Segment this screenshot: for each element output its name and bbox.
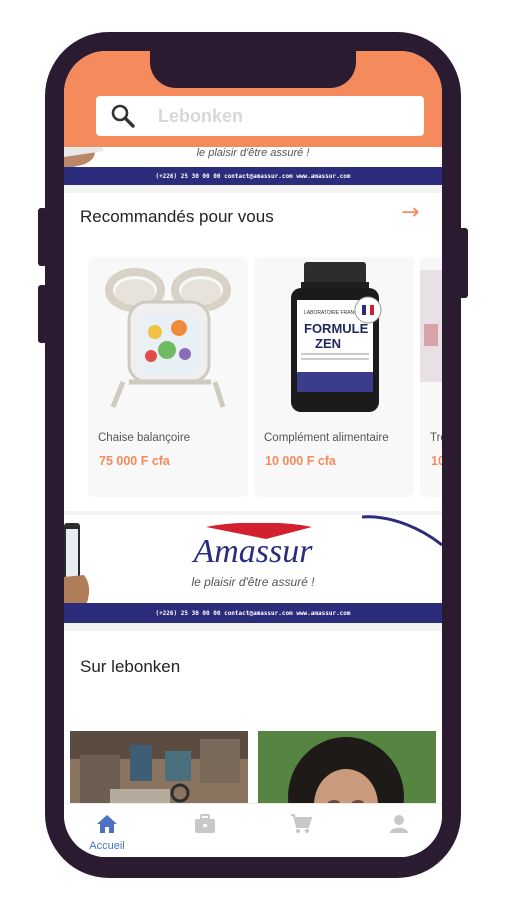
tab-accueil[interactable]: Accueil [77, 814, 137, 852]
bottom-nav: Accueil [64, 803, 442, 857]
product-name: Tro [430, 432, 442, 444]
amassur-brand: Amassur [193, 533, 313, 570]
product-name: Chaise balançoire [98, 432, 191, 444]
product-card[interactable]: Tro 10 [420, 257, 442, 497]
tab-annonces[interactable] [175, 814, 235, 838]
amassur-banner[interactable]: Amassur le plaisir d'être assuré ! (+226… [64, 515, 442, 623]
product-name: Complément alimentaire [264, 432, 389, 444]
product-image [88, 257, 248, 417]
baby-swing-image [105, 268, 231, 408]
product-price: 75 000 F cfa [99, 454, 170, 468]
section-title-sur-lebonken: Sur lebonken [80, 657, 181, 676]
arrow-right-icon[interactable]: → [401, 200, 419, 225]
banner-tagline: le plaisir d'être assuré ! [191, 575, 315, 589]
phone-side-button [459, 228, 468, 298]
product-image: LABORATOIRE FRANÇAIS FORMULE ZEN [254, 257, 414, 417]
amassur-banner-top[interactable]: le plaisir d'être assuré ! (+226) 25 30 … [64, 147, 442, 185]
banner-tagline: le plaisir d'être assuré ! [196, 147, 310, 159]
search-bar[interactable] [96, 96, 424, 136]
product-price: 10 000 F cfa [265, 454, 336, 468]
tab-panier[interactable] [271, 814, 331, 838]
user-icon [390, 815, 408, 833]
home-icon [97, 815, 117, 833]
search-input[interactable] [158, 105, 398, 127]
product-price: 10 [431, 454, 442, 468]
briefcase-icon [195, 814, 215, 833]
phone-side-button [38, 208, 47, 266]
phone-side-button [38, 285, 47, 343]
phone-notch [150, 32, 356, 88]
product-image [420, 257, 442, 417]
banner-contact-strip: (+226) 25 30 00 00 contact@amassur.com w… [64, 603, 442, 623]
supplement-bottle-image: LABORATOIRE FRANÇAIS FORMULE ZEN [291, 261, 382, 412]
section-title-recommended: Recommandés pour vous [80, 207, 274, 226]
product-image-partial [420, 270, 442, 382]
product-card[interactable]: LABORATOIRE FRANÇAIS FORMULE ZEN Complém… [254, 257, 414, 497]
search-icon [111, 104, 135, 128]
banner-contact-strip: (+226) 25 30 00 00 contact@amassur.com w… [64, 167, 442, 185]
product-card[interactable]: Chaise balançoire 75 000 F cfa [88, 257, 248, 497]
app-screen: le plaisir d'être assuré ! (+226) 25 30 … [64, 51, 442, 857]
tab-label: Accueil [89, 840, 125, 852]
bottle-label-line2: ZEN [315, 336, 341, 351]
bottle-label-line1: FORMULE [304, 321, 369, 336]
cart-icon [291, 814, 313, 833]
tab-profil[interactable] [369, 814, 429, 838]
